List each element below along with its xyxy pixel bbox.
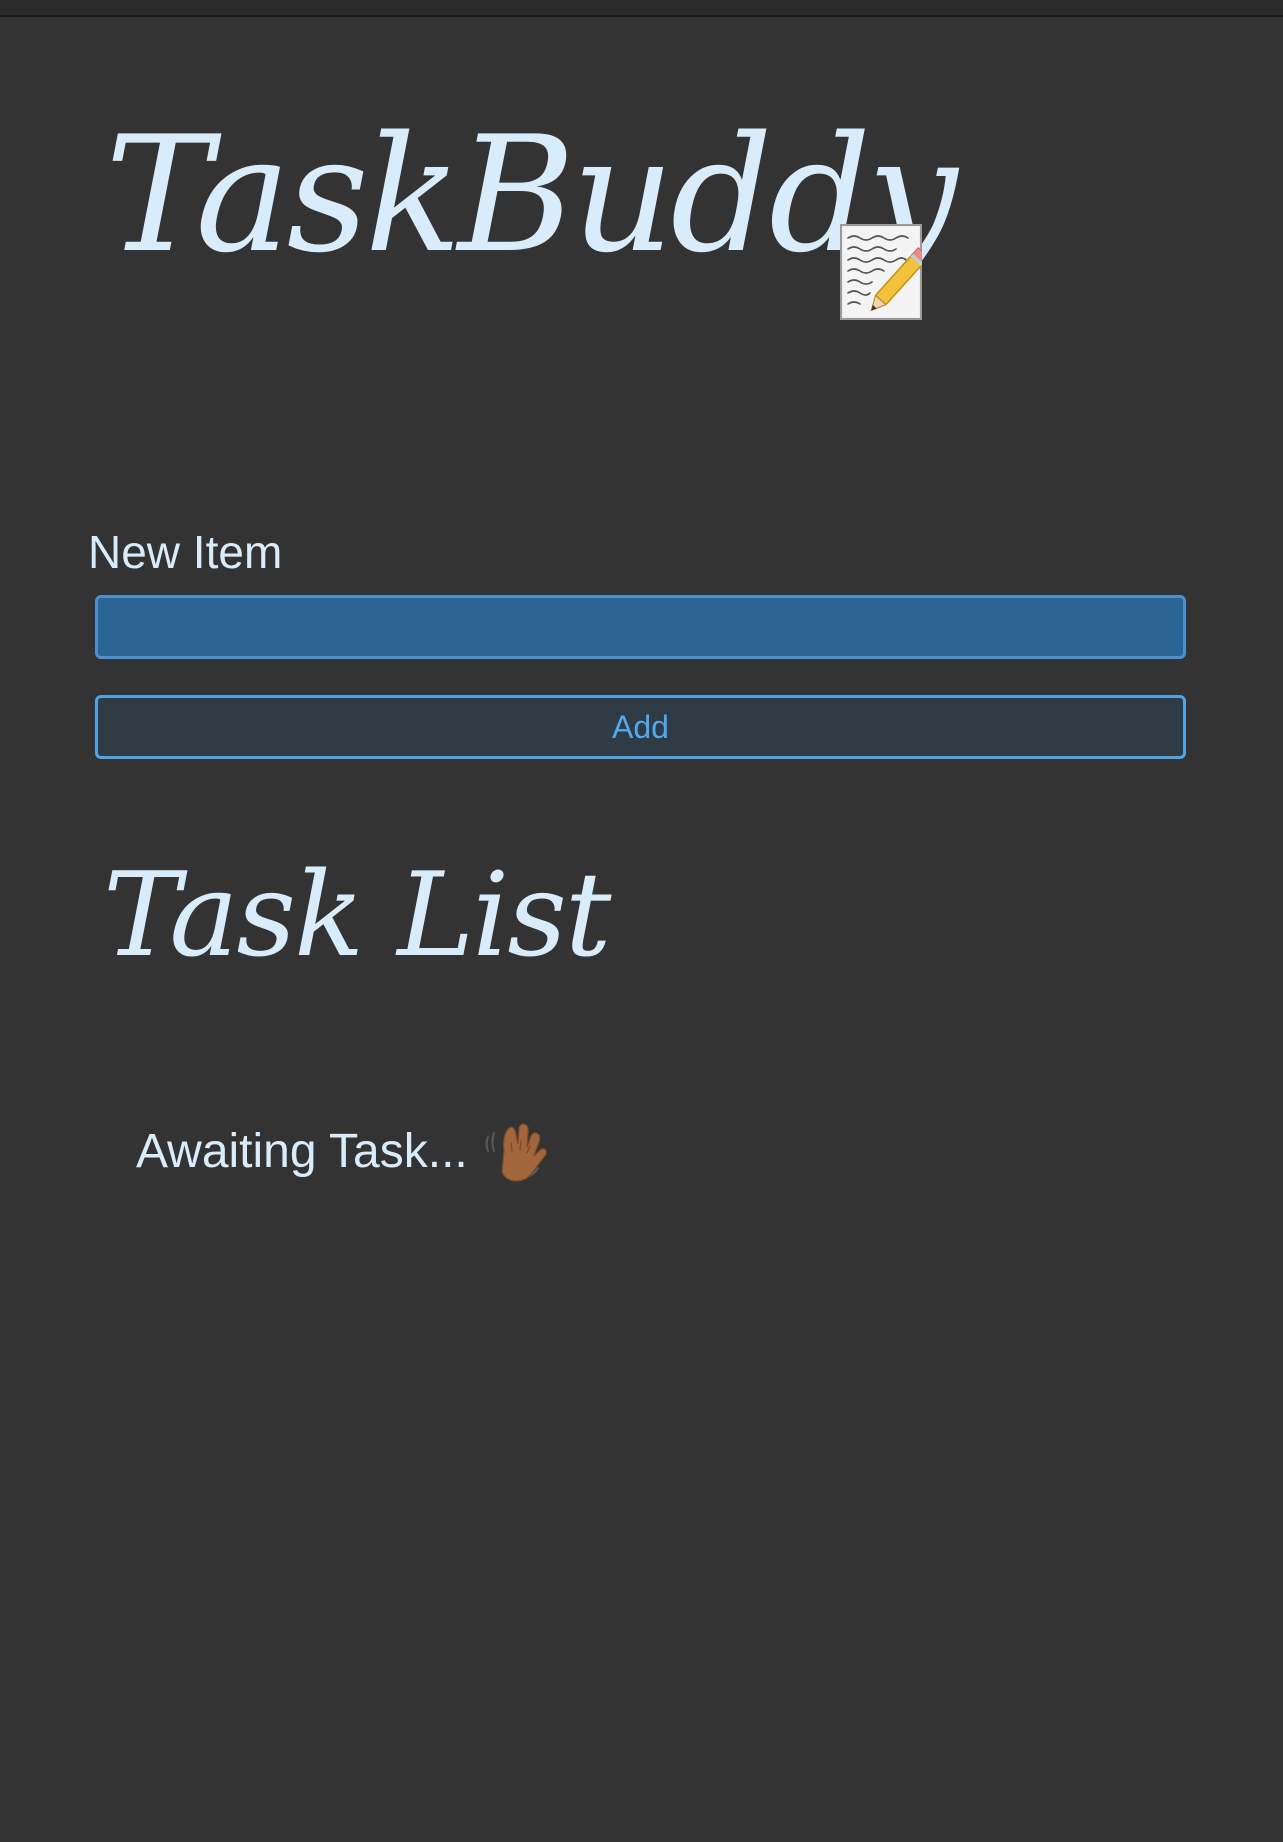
add-button[interactable]: Add: [95, 695, 1186, 759]
app-title: TaskBuddy: [105, 101, 958, 288]
empty-task-message: Awaiting Task...: [136, 1125, 468, 1178]
memo-pencil-icon: [840, 224, 922, 320]
task-list-heading: Task List: [103, 848, 611, 983]
new-item-input[interactable]: [95, 595, 1186, 659]
new-item-label: New Item: [88, 526, 283, 578]
waving-hand-icon: [485, 1123, 547, 1182]
window-top-bar: [0, 0, 1283, 17]
empty-task-placeholder: Awaiting Task...: [136, 1117, 548, 1187]
